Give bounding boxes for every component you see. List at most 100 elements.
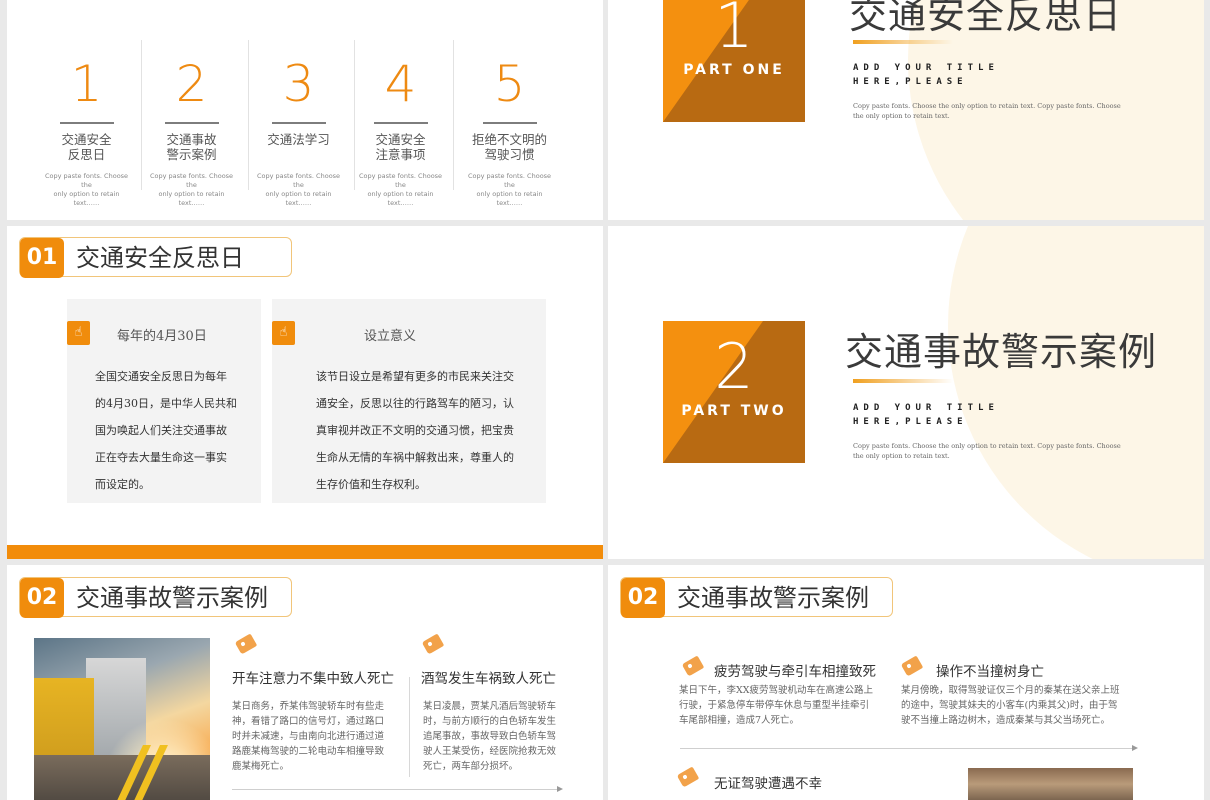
card-body: 全国交通安全反思日为每年 的4月30日，是中华人民共和 国为唤起人们关注交通事故… bbox=[95, 363, 237, 498]
case-body: 某日凌晨，贾某凡酒后驾驶轿车 时，与前方顺行的白色轿车发生 追尾事故，事故导致白… bbox=[423, 699, 583, 774]
card-body: 该节日设立是希望有更多的市民来关注交 通安全，反思以往的行路驾车的陋习，认 真审… bbox=[316, 363, 514, 498]
case-line: 驶人王某受伤，经医院抢救无效 bbox=[423, 746, 557, 757]
case-title: 操作不当撞树身亡 bbox=[936, 664, 1044, 680]
add-title-line-1: ADD YOUR TITLE bbox=[853, 403, 999, 413]
slide-section-02-cases: 02 交通事故警示案例 疲劳驾驶与牵引车相撞致死 某日下午，李XX疲劳驾驶机动车… bbox=[608, 565, 1204, 800]
toc-description: Copy paste fonts. Choose the only option… bbox=[256, 172, 341, 207]
tag-icon bbox=[900, 655, 925, 677]
toc-number: 2 bbox=[175, 55, 208, 113]
info-card-date: ☝ 每年的4月30日 全国交通安全反思日为每年 的4月30日，是中华人民共和 国… bbox=[67, 299, 261, 503]
timeline-line bbox=[680, 748, 1132, 749]
case-line: 某日下午，李XX疲劳驾驶机动车在高速公路上 bbox=[679, 685, 874, 696]
case-title: 无证驾驶遭遇不幸 bbox=[714, 776, 822, 792]
toc-item-1[interactable]: 1 交通安全 反思日 Copy paste fonts. Choose the … bbox=[39, 40, 134, 207]
arrow-right-icon bbox=[1132, 745, 1138, 751]
part-description: Copy paste fonts. Choose the only option… bbox=[853, 102, 1121, 120]
part-label: PART TWO bbox=[681, 403, 787, 419]
part-one-box: 1 PART ONE bbox=[663, 0, 805, 122]
card-line: 的4月30日，是中华人民共和 bbox=[95, 397, 237, 410]
case-line: 死亡，两车部分损坏。 bbox=[423, 761, 519, 772]
slide-part-two: 2 PART TWO 交通事故警示案例 ADD YOUR TITLE HERE,… bbox=[608, 226, 1204, 559]
case-line: 时，与前方顺行的白色轿车发生 bbox=[423, 716, 557, 727]
case-body: 某日商务，乔某伟驾驶轿车时有些走 神，看错了路口的信号灯，通过路口 时并未减速，… bbox=[232, 699, 402, 774]
toc-number: 1 bbox=[70, 55, 103, 113]
toc-separator bbox=[248, 40, 249, 190]
tag-icon bbox=[234, 633, 259, 655]
hand-pointer-icon: ☝ bbox=[67, 321, 90, 345]
gradient-bar bbox=[853, 40, 953, 44]
timeline-line bbox=[232, 789, 557, 790]
card-line: 全国交通安全反思日为每年 bbox=[95, 370, 227, 383]
card-line: 正在夺去大量生命这一事实 bbox=[95, 451, 227, 464]
toc-underline bbox=[59, 122, 114, 124]
card-line: 真审视并改正不文明的交通习惯，把宝贵 bbox=[316, 424, 514, 437]
toc-underline bbox=[164, 122, 219, 124]
add-title-line-2: HERE,PLEASE bbox=[853, 77, 968, 87]
card-title: 设立意义 bbox=[364, 329, 417, 344]
toc-item-4[interactable]: 4 交通安全 注意事项 Copy paste fonts. Choose the… bbox=[353, 40, 448, 207]
section-header: 02 交通事故警示案例 bbox=[19, 577, 292, 618]
tag-icon bbox=[681, 655, 706, 677]
toc-separator bbox=[453, 40, 454, 190]
toc-item-3[interactable]: 3 交通法学习 Copy paste fonts. Choose the onl… bbox=[251, 40, 346, 207]
toc-item-2[interactable]: 2 交通事故 警示案例 Copy paste fonts. Choose the… bbox=[144, 40, 239, 207]
case-line: 的途中，驾驶其妹夫的小客车(内乘其父)时，由于驾 bbox=[901, 700, 1118, 711]
section-header: 02 交通事故警示案例 bbox=[620, 577, 893, 618]
gradient-bar bbox=[853, 379, 953, 383]
info-card-meaning: ☝ 设立意义 该节日设立是希望有更多的市民来关注交 通安全，反思以往的行路驾车的… bbox=[272, 299, 546, 503]
orange-footer-strip bbox=[7, 545, 603, 559]
slide-part-one: 1 PART ONE 交通安全反思日 ADD YOUR TITLE HERE,P… bbox=[608, 0, 1204, 220]
toc-title: 交通法学习 bbox=[267, 132, 330, 147]
section-number: 02 bbox=[621, 578, 665, 618]
section-title: 交通安全反思日 bbox=[76, 244, 244, 272]
case-line: 车尾部相撞，造成7人死亡。 bbox=[679, 715, 800, 726]
part-label: PART ONE bbox=[683, 62, 785, 78]
case-line: 神，看错了路口的信号灯，通过路口 bbox=[232, 716, 385, 727]
case-line: 追尾事故，事故导致白色轿车驾 bbox=[423, 731, 557, 742]
slide-section-02-photo: 02 交通事故警示案例 开车注意力不集中致人死亡 某日商务，乔某伟驾驶轿车时有些… bbox=[7, 565, 603, 800]
case-line: 路鹿某梅驾驶的二轮电动车相撞导致 bbox=[232, 746, 385, 757]
case-body: 某月傍晚，取得驾驶证仅三个月的秦某在送父亲上班 的途中，驾驶其妹夫的小客车(内乘… bbox=[901, 683, 1141, 728]
part-two-box: 2 PART TWO bbox=[663, 321, 805, 463]
card-line: 生存价值和生存权利。 bbox=[316, 478, 426, 491]
accident-photo bbox=[968, 768, 1133, 800]
case-title: 疲劳驾驶与牵引车相撞致死 bbox=[714, 664, 876, 680]
part-description: Copy paste fonts. Choose the only option… bbox=[853, 442, 1121, 460]
toc-item-5[interactable]: 5 拒绝不文明的 驾驶习惯 Copy paste fonts. Choose t… bbox=[462, 40, 557, 207]
toc-underline bbox=[271, 122, 326, 124]
case-line: 鹿某梅死亡。 bbox=[232, 761, 290, 772]
card-line: 生命从无情的车祸中解救出来，尊重人的 bbox=[316, 451, 514, 464]
case-line: 某日商务，乔某伟驾驶轿车时有些走 bbox=[232, 701, 385, 712]
card-line: 通安全，反思以往的行路驾车的陋习，认 bbox=[316, 397, 514, 410]
toc-underline bbox=[482, 122, 537, 124]
case-line: 某月傍晚，取得驾驶证仅三个月的秦某在送父亲上班 bbox=[901, 685, 1120, 696]
case-line: 行驶，于紧急停车带停车休息与重型半挂牵引 bbox=[679, 700, 870, 711]
part-number: 2 bbox=[714, 330, 754, 403]
card-line: 该节日设立是希望有更多的市民来关注交 bbox=[316, 370, 514, 383]
toc-title: 交通事故 警示案例 bbox=[166, 132, 217, 162]
card-title: 每年的4月30日 bbox=[117, 329, 207, 344]
toc-description: Copy paste fonts. Choose the only option… bbox=[149, 172, 234, 207]
toc-number: 5 bbox=[493, 55, 526, 113]
case-title: 酒驾发生车祸致人死亡 bbox=[421, 671, 556, 687]
case-line: 驶不当撞上路边树木，造成秦某与其父当场死亡。 bbox=[901, 715, 1111, 726]
card-line: 而设定的。 bbox=[95, 478, 150, 491]
case-body: 某日下午，李XX疲劳驾驶机动车在高速公路上 行驶，于紧急停车带停车休息与重型半挂… bbox=[679, 683, 889, 728]
add-title-line-1: ADD YOUR TITLE bbox=[853, 63, 999, 73]
toc-number: 4 bbox=[384, 55, 417, 113]
section-title: 交通事故警示案例 bbox=[76, 584, 268, 612]
section-number: 02 bbox=[20, 578, 64, 618]
section-number: 01 bbox=[20, 238, 64, 278]
toc-title: 交通安全 反思日 bbox=[61, 132, 112, 162]
section-header: 01 交通安全反思日 bbox=[19, 237, 292, 278]
toc-separator bbox=[141, 40, 142, 190]
section-title: 交通事故警示案例 bbox=[677, 584, 869, 612]
toc-number: 3 bbox=[282, 55, 315, 113]
tag-icon bbox=[676, 766, 701, 788]
arrow-right-icon bbox=[557, 786, 563, 792]
part-number: 1 bbox=[714, 0, 754, 62]
slide-section-01: 01 交通安全反思日 ☝ 每年的4月30日 全国交通安全反思日为每年 的4月30… bbox=[7, 226, 603, 559]
toc-title: 交通安全 注意事项 bbox=[375, 132, 426, 162]
case-line: 时并未减速，与由南向北进行通过道 bbox=[232, 731, 385, 742]
case-line: 某日凌晨，贾某凡酒后驾驶轿车 bbox=[423, 701, 557, 712]
